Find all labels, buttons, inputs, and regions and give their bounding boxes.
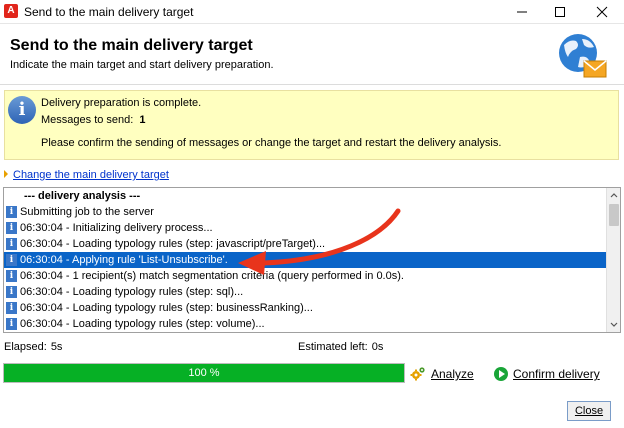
log-row-text: 06:30:04 - Initializing delivery process… [20, 222, 213, 234]
log-rows: --- delivery analysis --- i Submitting job… [4, 188, 606, 332]
elapsed-value: 5s [50, 341, 63, 353]
minimize-icon [517, 11, 527, 13]
messages-to-send: Messages to send: 1 [41, 114, 145, 126]
scroll-thumb[interactable] [609, 204, 619, 226]
chevron-up-icon [610, 193, 618, 198]
maximize-icon [555, 7, 565, 17]
title-bar: A Send to the main delivery target [0, 0, 624, 24]
close-icon [596, 6, 608, 18]
dialog-subtitle: Indicate the main target and start deliv… [10, 59, 274, 71]
elapsed-time: Elapsed: 5s [4, 341, 62, 353]
minimize-button[interactable] [502, 0, 542, 24]
log-row-text: 06:30:04 - Applying rule 'List-Unsubscri… [20, 254, 228, 266]
info-icon: i [6, 254, 17, 266]
info-icon: i [6, 318, 17, 330]
progress-bar: 100 % [3, 363, 405, 383]
info-icon: i [6, 222, 17, 234]
link-arrow-icon [4, 170, 8, 178]
progress-label: 100 % [188, 367, 220, 379]
confirm-delivery-button[interactable]: Confirm delivery [494, 364, 600, 384]
info-icon: i [6, 302, 17, 314]
log-row-selected[interactable]: i 06:30:04 - Applying rule 'List-Unsubscr… [4, 252, 606, 268]
maximize-button[interactable] [540, 0, 580, 24]
info-icon: i [6, 270, 17, 282]
globe-mail-icon [559, 34, 607, 78]
log-row-text: 06:30:04 - 1 recipient(s) match segmenta… [20, 270, 404, 282]
dialog-header: Send to the main delivery target Indicat… [0, 25, 624, 85]
log-row[interactable]: i 06:30:04 - 1 recipient(s) match segment… [4, 268, 606, 284]
estimated-label: Estimated left: [298, 341, 368, 353]
log-row-text: 06:30:04 - Loading typology rules (step:… [20, 238, 326, 250]
log-row[interactable]: i 06:30:04 - Loading typology rules (step… [4, 316, 606, 332]
scroll-up-button[interactable] [607, 188, 620, 202]
info-icon: i [6, 286, 17, 298]
estimated-value: 0s [371, 341, 384, 353]
analyze-button[interactable]: Analyze [410, 364, 474, 384]
confirmation-instruction: Please confirm the sending of messages o… [41, 137, 502, 149]
status-message-box: i Delivery preparation is complete. Mess… [4, 90, 619, 160]
preparation-status-text: Delivery preparation is complete. [41, 97, 202, 109]
info-icon: i [6, 238, 17, 250]
change-target-row: Change the main delivery target [4, 169, 169, 181]
change-target-link[interactable]: Change the main delivery target [13, 169, 169, 181]
log-row-text: 06:30:04 - Loading typology rules (step:… [20, 302, 313, 314]
window-title: Send to the main delivery target [24, 5, 194, 19]
log-row[interactable]: i 06:30:04 - Loading typology rules (step… [4, 236, 606, 252]
gears-icon [410, 367, 425, 381]
log-row-text: Submitting job to the server [20, 206, 154, 218]
play-icon [494, 367, 508, 381]
log-scrollbar[interactable] [606, 188, 620, 332]
info-icon: i [8, 96, 36, 124]
close-button-label: Close [574, 405, 604, 417]
analyze-label: Analyze [431, 367, 474, 381]
log-row[interactable]: i 06:30:04 - Loading typology rules (step… [4, 284, 606, 300]
log-row-text: 06:30:04 - Loading typology rules (step:… [20, 318, 265, 330]
app-icon: A [4, 4, 18, 18]
log-row[interactable]: i Submitting job to the server [4, 204, 606, 220]
chevron-down-icon [610, 322, 618, 327]
info-icon: i [6, 206, 17, 218]
messages-to-send-value: 1 [139, 114, 146, 126]
messages-to-send-label: Messages to send: [41, 114, 134, 126]
close-button[interactable]: Close [567, 401, 611, 421]
log-row[interactable]: i 06:30:04 - Initializing delivery proces… [4, 220, 606, 236]
dialog-title: Send to the main delivery target [10, 37, 253, 54]
confirm-delivery-label: Confirm delivery [513, 367, 600, 381]
elapsed-label: Elapsed: [4, 341, 47, 353]
scroll-down-button[interactable] [607, 318, 620, 332]
log-heading[interactable]: --- delivery analysis --- [4, 188, 606, 204]
estimated-left: Estimated left: 0s [298, 341, 383, 353]
close-window-button[interactable] [582, 0, 622, 24]
log-row[interactable]: i 06:30:04 - Loading typology rules (step… [4, 300, 606, 316]
log-row-text: 06:30:04 - Loading typology rules (step:… [20, 286, 244, 298]
delivery-analysis-log[interactable]: --- delivery analysis --- i Submitting job… [3, 187, 621, 333]
log-row-text: --- delivery analysis --- [24, 190, 141, 202]
